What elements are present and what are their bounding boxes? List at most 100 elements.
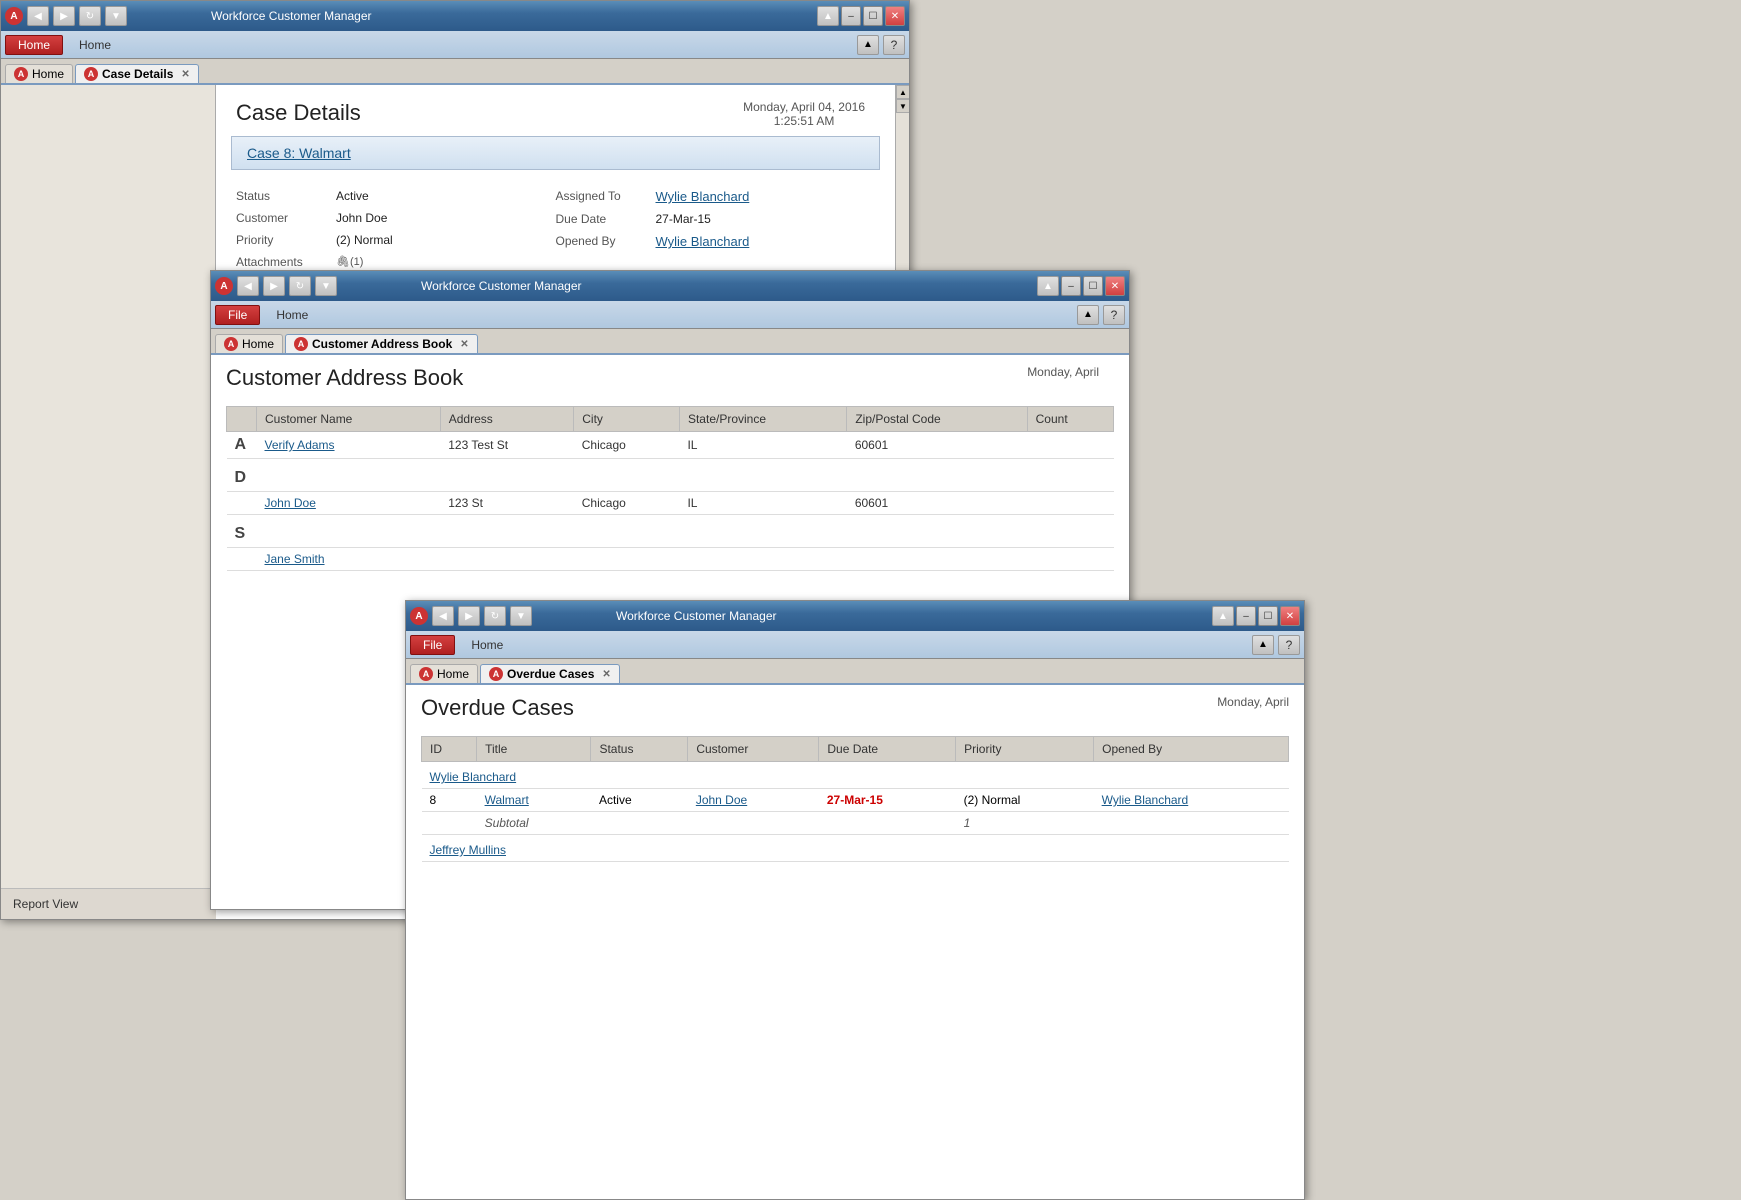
address-home-tab[interactable]: Home <box>266 306 318 324</box>
address-refresh-button[interactable]: ↻ <box>289 276 311 296</box>
address-close-button[interactable]: ✕ <box>1105 276 1125 296</box>
overdue-ribbon-expand[interactable]: ▲ <box>1252 635 1274 655</box>
scroll-up-arrow[interactable]: ▲ <box>896 85 909 99</box>
overdue-tab-home-icon: A <box>419 667 433 681</box>
file-button[interactable]: Home <box>5 35 63 55</box>
scroll-down-arrow[interactable]: ▼ <box>896 99 909 113</box>
overdue-window-title: Workforce Customer Manager <box>616 609 777 623</box>
overdue-tab-icon: A <box>489 667 503 681</box>
overdue-refresh-button[interactable]: ↻ <box>484 606 506 626</box>
group-jeffrey-name: Jeffrey Mullins <box>422 835 1289 862</box>
case1-priority-row: Priority (2) Normal <box>236 229 556 251</box>
ribbon-right: ▲ ? <box>857 35 905 55</box>
address-book-title-buttons: ▲ – ☐ ✕ <box>1037 276 1125 296</box>
address-expand-btn[interactable]: ▲ <box>1037 276 1059 296</box>
address-book-title: Customer Address Book <box>226 365 1114 391</box>
case1-attachments-label: Attachments <box>236 255 326 269</box>
address-row-jane-smith-address <box>440 548 574 571</box>
wylie-subtotal-label: Subtotal <box>477 812 591 835</box>
address-row-jane-smith-name: Jane Smith <box>257 548 441 571</box>
overdue-menu-button[interactable]: ▼ <box>510 606 532 626</box>
case1-customer-value: John Doe <box>336 211 387 225</box>
address-help-button[interactable]: ? <box>1103 305 1125 325</box>
overdue-back-button[interactable]: ◀ <box>432 606 454 626</box>
overdue-maximize-button[interactable]: ☐ <box>1258 606 1278 626</box>
address-row-jane-smith-zip <box>847 548 1027 571</box>
case1-left-fields: Status Active Customer John Doe Priority… <box>236 185 556 273</box>
overdue-tab-close[interactable]: ✕ <box>602 669 610 680</box>
overdue-help-button[interactable]: ? <box>1278 635 1300 655</box>
tab-bar: A Home A Case Details ✕ <box>1 59 909 85</box>
overdue-cases-window: A ◀ ▶ ↻ ▼ Workforce Customer Manager ▲ –… <box>405 600 1305 1200</box>
case-8-due-date: 27-Mar-15 <box>819 789 956 812</box>
overdue-close-button[interactable]: ✕ <box>1280 606 1300 626</box>
section-d-blank <box>227 492 257 515</box>
case1-link[interactable]: Case 8: Walmart <box>231 136 880 170</box>
menu-button[interactable]: ▼ <box>105 6 127 26</box>
col-customer-name-header: Customer Name <box>257 407 441 432</box>
case1-fields: Status Active Customer John Doe Priority… <box>216 185 895 273</box>
jane-smith-link[interactable]: Jane Smith <box>265 552 325 566</box>
address-row-john-doe-name: John Doe <box>257 492 441 515</box>
maximize-button[interactable]: ☐ <box>863 6 883 26</box>
date-display: Monday, April 04, 2016 <box>743 100 865 114</box>
overdue-home-tab[interactable]: Home <box>461 636 513 654</box>
john-doe-link[interactable]: John Doe <box>265 496 316 510</box>
col-country-header: Count <box>1027 407 1113 432</box>
case-8-openedby-link[interactable]: Wylie Blanchard <box>1102 793 1189 807</box>
address-file-button[interactable]: File <box>215 305 260 325</box>
forward-button[interactable]: ▶ <box>53 6 75 26</box>
expand-btn[interactable]: ▲ <box>817 6 839 26</box>
address-tab-home[interactable]: A Home <box>215 334 283 353</box>
tab-case-details-close[interactable]: ✕ <box>181 69 189 80</box>
address-row-jane-smith-country <box>1027 548 1113 571</box>
jeffrey-mullins-link[interactable]: Jeffrey Mullins <box>430 843 506 857</box>
overdue-cases-title-bar: A ◀ ▶ ↻ ▼ Workforce Customer Manager ▲ –… <box>406 601 1304 631</box>
home-tab[interactable]: Home <box>69 36 121 54</box>
tab-home[interactable]: A Home <box>5 64 73 83</box>
col-letter-header <box>227 407 257 432</box>
overdue-tab-home[interactable]: A Home <box>410 664 478 683</box>
overdue-forward-button[interactable]: ▶ <box>458 606 480 626</box>
address-minimize-button[interactable]: – <box>1061 276 1081 296</box>
tab-overdue-cases[interactable]: A Overdue Cases ✕ <box>480 664 620 683</box>
close-button[interactable]: ✕ <box>885 6 905 26</box>
section-s-header-row: S <box>227 515 1114 548</box>
address-row-verify-adams-country <box>1027 432 1113 459</box>
overdue-ribbon-right: ▲ ? <box>1252 635 1300 655</box>
address-back-button[interactable]: ◀ <box>237 276 259 296</box>
address-menu-button[interactable]: ▼ <box>315 276 337 296</box>
tab-case-details[interactable]: A Case Details ✕ <box>75 64 199 83</box>
section-s-blank <box>227 548 257 571</box>
address-forward-button[interactable]: ▶ <box>263 276 285 296</box>
overdue-ribbon: File Home ▲ ? <box>406 631 1304 659</box>
col-state-header: State/Province <box>679 407 846 432</box>
case-8-walmart-link[interactable]: Walmart <box>485 793 529 807</box>
report-view-label: Report View <box>1 888 216 919</box>
left-panel: Report View <box>1 85 216 919</box>
overdue-file-button[interactable]: File <box>410 635 455 655</box>
refresh-button[interactable]: ↻ <box>79 6 101 26</box>
case1-assigned-value[interactable]: Wylie Blanchard <box>656 189 750 204</box>
case-8-customer-link[interactable]: John Doe <box>696 793 747 807</box>
case1-openedby-value[interactable]: Wylie Blanchard <box>656 234 750 249</box>
section-d-row: John Doe 123 St Chicago IL 60601 <box>227 492 1114 515</box>
ribbon-expand[interactable]: ▲ <box>857 35 879 55</box>
case-8-opened-by: Wylie Blanchard <box>1094 789 1289 812</box>
address-tab-bar: A Home A Customer Address Book ✕ <box>211 329 1129 355</box>
wylie-blanchard-link[interactable]: Wylie Blanchard <box>430 770 517 784</box>
help-button[interactable]: ? <box>883 35 905 55</box>
wylie-subtotal-value: 1 <box>956 812 1094 835</box>
minimize-button[interactable]: – <box>841 6 861 26</box>
verify-adams-link[interactable]: Verify Adams <box>265 438 335 452</box>
address-row-verify-adams-name: Verify Adams <box>257 432 441 459</box>
address-book-window-title: Workforce Customer Manager <box>421 279 582 293</box>
case1-status-value: Active <box>336 189 369 203</box>
overdue-minimize-button[interactable]: – <box>1236 606 1256 626</box>
address-tab-close[interactable]: ✕ <box>460 339 468 350</box>
address-maximize-button[interactable]: ☐ <box>1083 276 1103 296</box>
tab-customer-address-book[interactable]: A Customer Address Book ✕ <box>285 334 478 353</box>
address-ribbon-expand[interactable]: ▲ <box>1077 305 1099 325</box>
back-button[interactable]: ◀ <box>27 6 49 26</box>
overdue-expand-btn[interactable]: ▲ <box>1212 606 1234 626</box>
